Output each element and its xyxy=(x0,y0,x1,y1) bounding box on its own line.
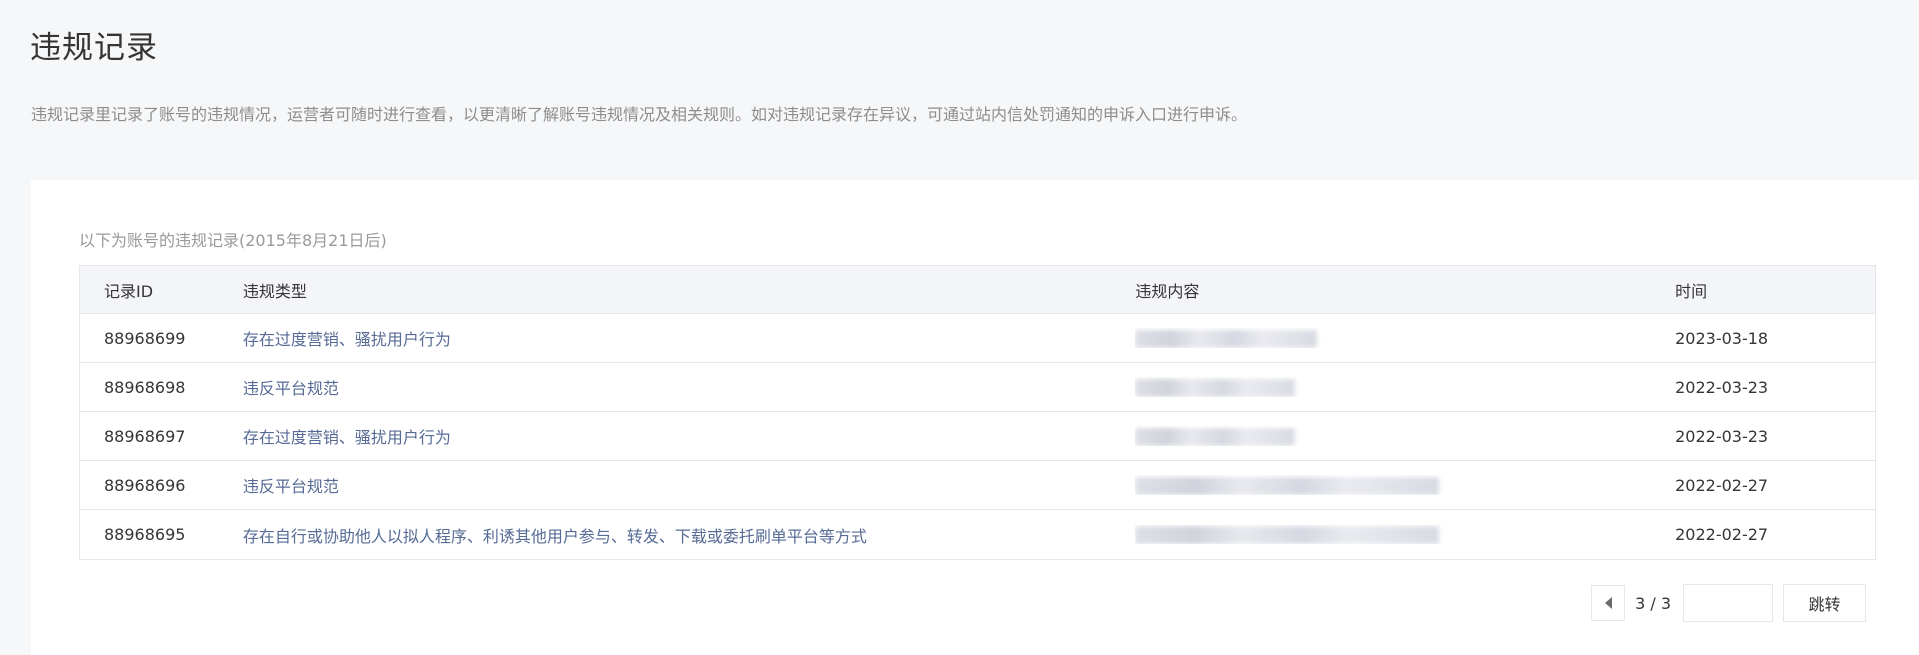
column-header-time: 时间 xyxy=(1675,281,1708,301)
table-row: 88968697 存在过度营销、骚扰用户行为 2022-03-23 xyxy=(80,412,1875,461)
table-header-row: 记录ID 违规类型 违规内容 时间 xyxy=(80,266,1875,314)
violation-records-table: 记录ID 违规类型 违规内容 时间 88968699 存在过度营销、骚扰用户行为… xyxy=(79,265,1876,560)
record-time: 2023-03-18 xyxy=(1675,328,1769,348)
records-panel: 以下为账号的违规记录(2015年8月21日后) 记录ID 违规类型 违规内容 时… xyxy=(31,180,1919,655)
column-header-content: 违规内容 xyxy=(1135,281,1200,301)
table-caption: 以下为账号的违规记录(2015年8月21日后) xyxy=(79,231,387,250)
violation-type-link[interactable]: 违反平台规范 xyxy=(243,375,1136,399)
record-id: 88968696 xyxy=(104,475,186,495)
table-row: 88968696 违反平台规范 2022-02-27 xyxy=(80,461,1875,510)
page-title: 违规记录 xyxy=(30,30,158,66)
page-description: 违规记录里记录了账号的违规情况，运营者可随时进行查看，以更清晰了解账号违规情况及… xyxy=(31,105,1248,124)
page-jump-button[interactable]: 跳转 xyxy=(1783,584,1866,622)
violation-content-blurred xyxy=(1135,328,1675,348)
violation-type-link[interactable]: 存在自行或协助他人以拟人程序、利诱其他用户参与、转发、下载或委托刷单平台等方式 xyxy=(243,523,1136,547)
column-header-type: 违规类型 xyxy=(242,281,307,301)
table-row: 88968698 违反平台规范 2022-03-23 xyxy=(80,363,1875,412)
table-row: 88968699 存在过度营销、骚扰用户行为 2023-03-18 xyxy=(80,314,1875,363)
violation-type-link[interactable]: 违反平台规范 xyxy=(243,473,1136,497)
record-id: 88968699 xyxy=(104,328,186,348)
record-id: 88968697 xyxy=(104,426,186,446)
violation-content-blurred xyxy=(1135,377,1675,397)
pagination: 3 / 3 跳转 xyxy=(1591,584,1866,622)
column-header-id: 记录ID xyxy=(104,281,154,301)
prev-page-button[interactable] xyxy=(1591,585,1626,621)
violation-type-link[interactable]: 存在过度营销、骚扰用户行为 xyxy=(243,424,1136,448)
page-jump-input[interactable] xyxy=(1683,584,1773,622)
violation-content-blurred xyxy=(1135,475,1675,495)
caret-left-icon xyxy=(1604,597,1612,609)
record-id: 88968695 xyxy=(104,525,186,544)
record-time: 2022-02-27 xyxy=(1675,475,1769,495)
table-row: 88968695 存在自行或协助他人以拟人程序、利诱其他用户参与、转发、下载或委… xyxy=(80,510,1875,559)
page-indicator: 3 / 3 xyxy=(1635,593,1671,613)
record-id: 88968698 xyxy=(104,377,186,397)
record-time: 2022-03-23 xyxy=(1675,377,1769,397)
violation-type-link[interactable]: 存在过度营销、骚扰用户行为 xyxy=(243,326,1136,350)
record-time: 2022-03-23 xyxy=(1675,426,1769,446)
record-time: 2022-02-27 xyxy=(1675,525,1769,544)
violation-content-blurred xyxy=(1135,525,1675,545)
violation-content-blurred xyxy=(1135,426,1675,446)
